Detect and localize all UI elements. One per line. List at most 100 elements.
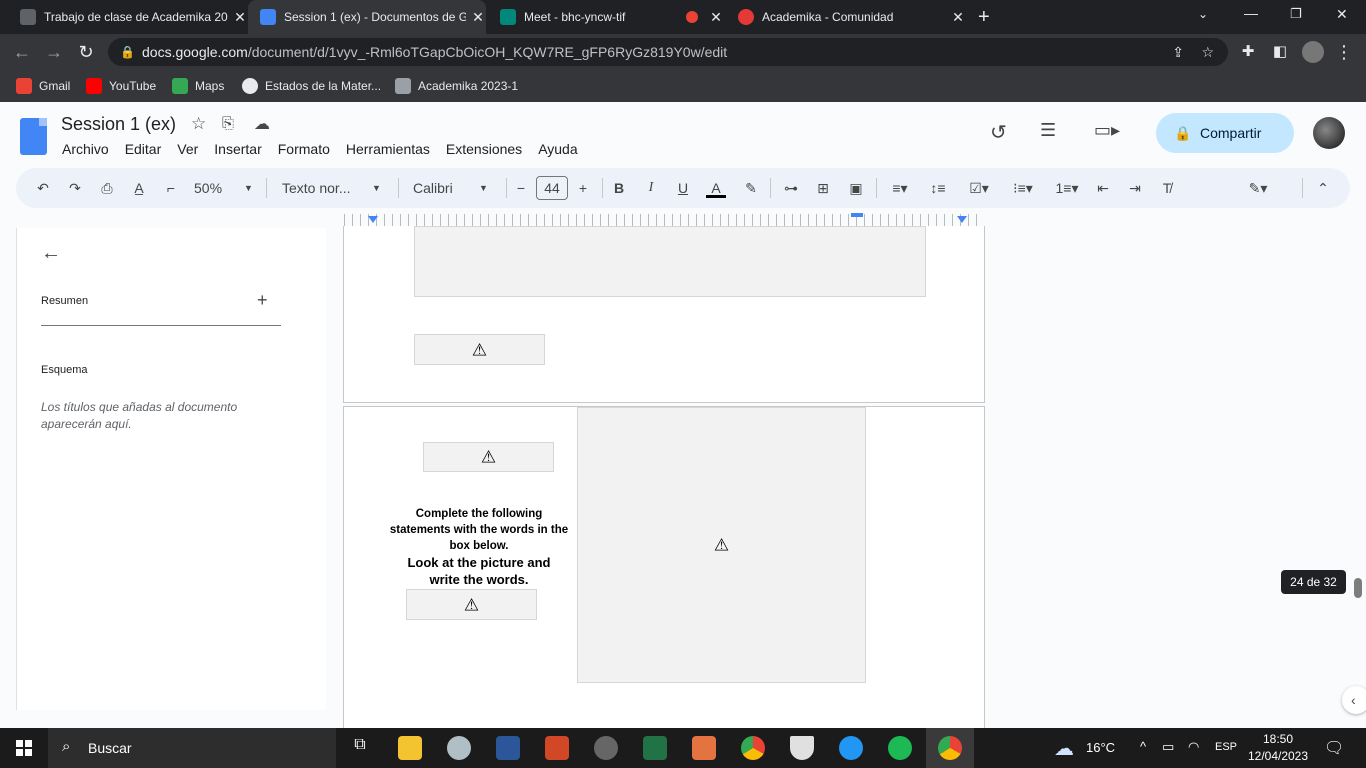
bold-icon[interactable]: B [610, 178, 628, 198]
chrome-menu-icon[interactable]: ⋮ [1332, 40, 1356, 64]
document-page[interactable]: ⚠ Complete the following statements with… [343, 406, 985, 728]
broken-image[interactable]: ⚠ [406, 589, 537, 620]
italic-icon[interactable]: I [642, 178, 660, 198]
style-select[interactable]: Texto nor... ▼ [282, 178, 386, 198]
link-icon[interactable]: ⊶ [781, 178, 801, 198]
horizontal-ruler[interactable] [344, 214, 984, 226]
print-icon[interactable]: ⎙ [98, 178, 116, 198]
chrome-active-task[interactable] [926, 728, 974, 768]
url-field[interactable]: 🔒 docs.google.com/document/d/1vyv_-Rml6o… [108, 38, 1228, 66]
numbered-list-icon[interactable]: 1≡▾ [1050, 178, 1084, 198]
tray-chevron-icon[interactable]: ^ [1140, 739, 1146, 754]
undo-icon[interactable]: ↶ [34, 178, 52, 198]
scrollbar-thumb[interactable] [1354, 578, 1362, 598]
weather-temperature[interactable]: 16°C [1086, 740, 1115, 755]
menu-formato[interactable]: Formato [278, 141, 330, 157]
document-title[interactable]: Session 1 (ex) [61, 114, 176, 135]
close-icon[interactable]: ✕ [950, 9, 966, 26]
spellcheck-icon[interactable]: A̲ [130, 178, 148, 198]
text-color-icon[interactable]: A [706, 178, 726, 198]
profile-avatar[interactable] [1302, 41, 1324, 63]
add-comment-icon[interactable]: ⊞ [813, 178, 833, 198]
menu-extensiones[interactable]: Extensiones [446, 141, 522, 157]
tab-academika-community[interactable]: Academika - Comunidad ✕ [726, 0, 966, 34]
editing-mode-icon[interactable]: ✎▾ [1240, 178, 1276, 198]
new-tab-button[interactable]: + [978, 6, 990, 29]
account-avatar[interactable] [1313, 117, 1345, 149]
left-indent-marker[interactable] [368, 216, 378, 223]
bookmark-gmail[interactable]: Gmail [16, 77, 70, 95]
language-indicator[interactable]: ESP [1215, 741, 1237, 753]
excel-icon[interactable] [643, 736, 667, 760]
tab-session-doc[interactable]: Session 1 (ex) - Documentos de Google ✕ [248, 0, 486, 34]
broken-image[interactable]: ⚠ [423, 442, 554, 472]
version-history-icon[interactable]: ↺ [990, 120, 1007, 145]
increase-font-size-icon[interactable]: + [574, 178, 592, 198]
close-icon[interactable]: ✕ [470, 9, 486, 26]
clock-time[interactable]: 18:50 [1252, 732, 1304, 746]
decrease-font-size-icon[interactable]: − [512, 178, 530, 198]
tab-meet[interactable]: Meet - bhc-yncw-tif ✕ [488, 0, 724, 34]
chrome-icon[interactable] [741, 736, 765, 760]
broken-image[interactable]: ⚠ [414, 334, 545, 365]
start-button[interactable] [16, 740, 32, 756]
highlight-icon[interactable]: ✎ [742, 178, 760, 198]
insert-image-icon[interactable]: ▣ [846, 178, 866, 198]
zoom-select[interactable]: 50% ▼ [194, 178, 254, 198]
video-editor-icon[interactable] [692, 736, 716, 760]
increase-indent-icon[interactable]: ⇥ [1126, 178, 1144, 198]
search-box[interactable]: ⌕ Buscar [48, 728, 336, 768]
close-icon[interactable]: ✕ [708, 9, 724, 26]
cloud-weather-icon[interactable]: ☁ [1054, 736, 1074, 761]
align-icon[interactable]: ≡▾ [886, 178, 914, 198]
tab-search-icon[interactable]: ⌄ [1198, 7, 1208, 21]
wifi-icon[interactable]: ◠ [1188, 739, 1199, 755]
comments-icon[interactable]: ☰ [1040, 120, 1056, 141]
menu-ver[interactable]: Ver [177, 141, 198, 157]
file-explorer-icon[interactable] [398, 736, 422, 760]
notifications-icon[interactable]: 🗨 [1324, 738, 1344, 758]
bookmark-star-icon[interactable]: ☆ [1201, 38, 1214, 66]
add-summary-icon[interactable]: + [257, 290, 268, 311]
zoom-app-icon[interactable] [839, 736, 863, 760]
font-size-input[interactable]: 44 [536, 176, 568, 200]
redo-icon[interactable]: ↷ [66, 178, 84, 198]
tab-academika-classwork[interactable]: Trabajo de clase de Academika 2023 ✕ [8, 0, 248, 34]
clear-formatting-icon[interactable]: T̸ [1158, 178, 1176, 198]
move-folder-icon[interactable]: ⎘ [222, 115, 234, 132]
docs-logo-icon[interactable] [20, 118, 47, 155]
clock-date[interactable]: 12/04/2023 [1246, 749, 1310, 763]
underline-icon[interactable]: U [674, 178, 692, 198]
word-icon[interactable] [496, 736, 520, 760]
collapse-toolbar-icon[interactable]: ⌃ [1314, 178, 1332, 198]
first-line-indent-marker[interactable] [851, 213, 863, 217]
bookmark-youtube[interactable]: YouTube [86, 77, 156, 95]
restore-icon[interactable]: ❐ [1290, 6, 1302, 22]
show-side-panel-button[interactable]: ‹ [1342, 686, 1366, 714]
broken-image[interactable]: ⚠ [577, 407, 866, 683]
menu-ayuda[interactable]: Ayuda [538, 141, 577, 157]
star-icon[interactable]: ☆ [191, 114, 206, 134]
media-player-icon[interactable] [594, 736, 618, 760]
right-indent-marker[interactable] [957, 216, 967, 223]
share-page-icon[interactable]: ⇪ [1172, 38, 1184, 66]
font-select[interactable]: Calibri ▼ [413, 178, 493, 198]
menu-editar[interactable]: Editar [125, 141, 162, 157]
window-close-icon[interactable]: ✕ [1336, 6, 1348, 23]
bookmark-academika[interactable]: Academika 2023-1 [395, 77, 518, 95]
bookmark-estados[interactable]: Estados de la Mater... [242, 77, 381, 95]
security-shield-icon[interactable] [790, 736, 814, 760]
battery-icon[interactable]: ▭ [1162, 739, 1174, 755]
decrease-indent-icon[interactable]: ⇤ [1094, 178, 1112, 198]
meet-call-icon[interactable]: ▭▸ [1094, 120, 1120, 141]
cloud-status-icon[interactable]: ☁ [254, 114, 270, 134]
menu-archivo[interactable]: Archivo [62, 141, 109, 157]
line-spacing-icon[interactable]: ↕≡ [928, 178, 948, 198]
powerpoint-icon[interactable] [545, 736, 569, 760]
document-page[interactable]: ⚠ [343, 226, 985, 403]
forward-icon[interactable]: → [42, 40, 66, 64]
task-view-icon[interactable]: ⧉ [348, 736, 372, 760]
side-panel-icon[interactable]: ◧ [1268, 40, 1292, 64]
menu-insertar[interactable]: Insertar [214, 141, 261, 157]
back-icon[interactable]: ← [10, 40, 34, 64]
